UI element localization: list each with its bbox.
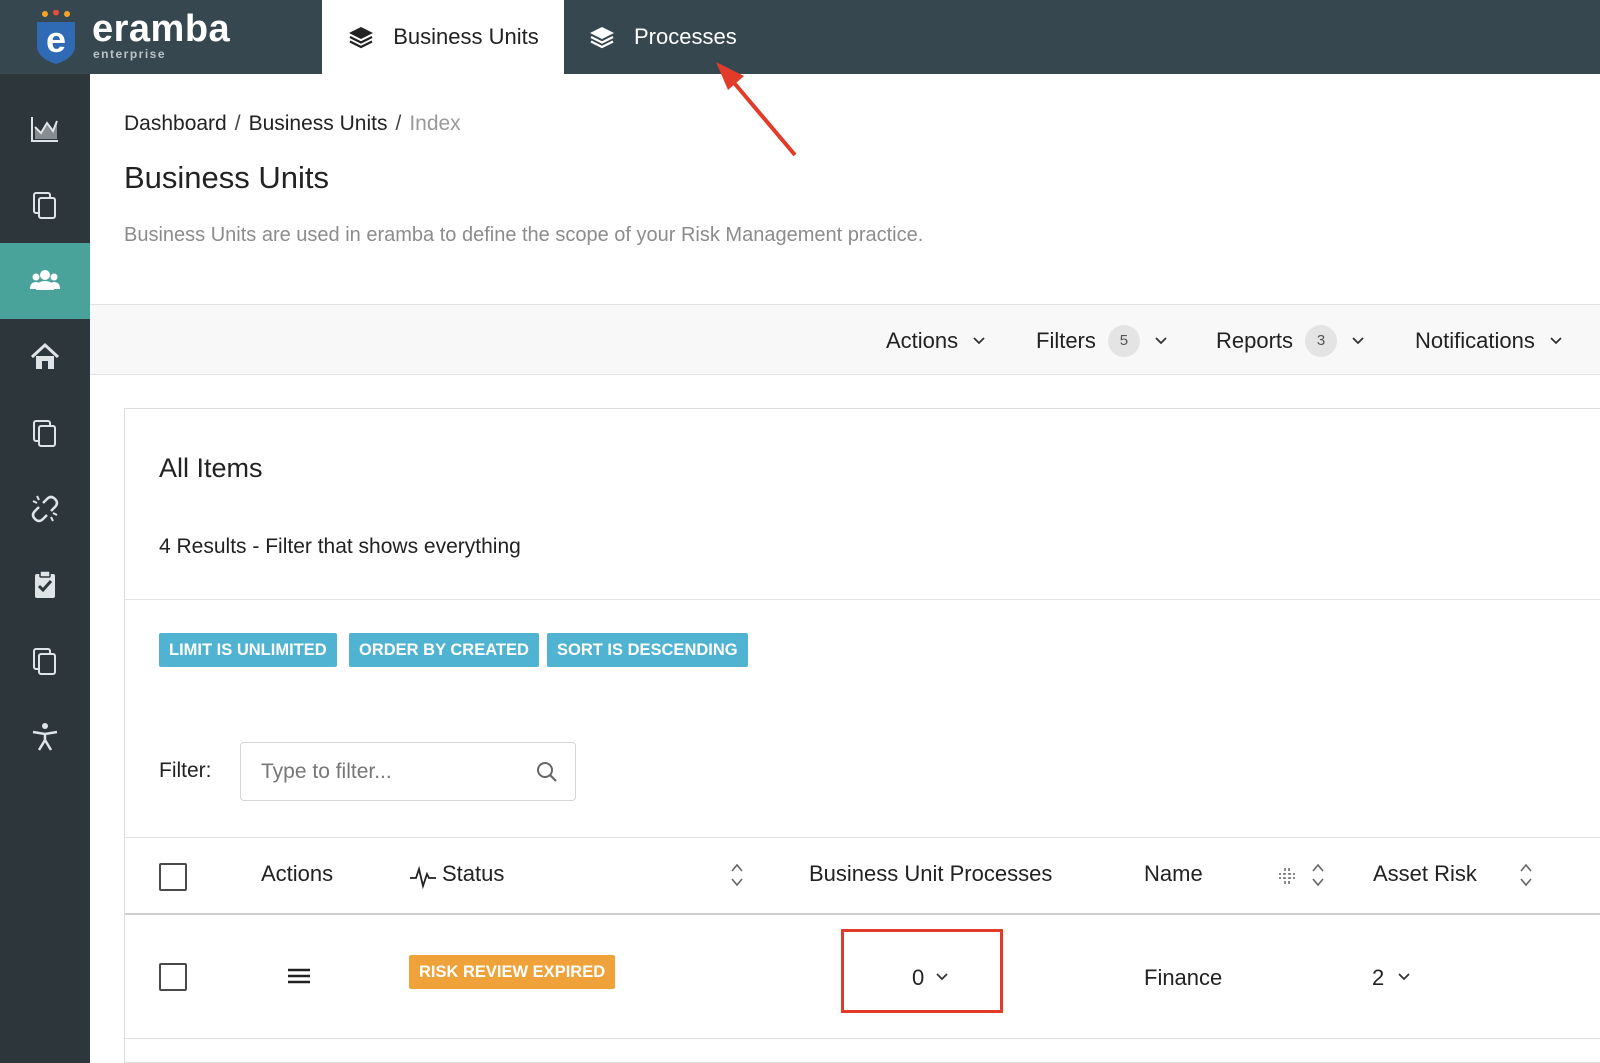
sidebar-item-business-units[interactable] [0,243,90,319]
breadcrumb: Dashboard / Business Units / Index [124,112,461,136]
breadcrumb-business-units[interactable]: Business Units [249,112,388,135]
chart-icon [31,117,58,142]
results-summary: 4 Results - Filter that shows everything [159,535,521,558]
tab-business-units[interactable]: Business Units [322,0,564,74]
sidebar [0,74,90,1063]
name-cell: Finance [1144,965,1223,990]
divider [125,837,1600,838]
chevron-down-icon [1155,336,1167,344]
broken-link-icon [31,495,59,523]
copy-icon [33,192,56,219]
pulse-icon [410,865,436,889]
filter-label: Filter: [159,759,212,782]
layers-icon [590,27,614,49]
actions-label: Actions [886,327,959,353]
breadcrumb-separator: / [234,112,241,135]
sidebar-item-dashboard[interactable] [0,91,90,167]
table-header-divider [125,913,1600,915]
column-header-actions: Actions [261,861,334,886]
tab-label: Business Units [393,24,539,49]
collapse-icon[interactable] [1278,867,1296,885]
reports-count-badge: 3 [1305,324,1338,357]
sidebar-item-accessibility[interactable] [0,699,90,775]
column-header-status[interactable]: Status [442,861,504,887]
home-icon [30,342,60,369]
logo-subtext: enterprise [93,47,167,61]
accessibility-icon [32,723,58,751]
filter-input[interactable] [240,742,576,801]
copy-icon [33,420,56,447]
chevron-down-icon [973,336,985,344]
items-card: All Items 4 Results - Filter that shows … [124,408,1600,1063]
reports-dropdown[interactable]: Reports 3 [1216,305,1365,376]
sort-pill[interactable]: SORT IS DESCENDING [547,633,748,667]
layers-icon [349,27,374,49]
column-header-name[interactable]: Name [1144,861,1203,887]
sidebar-item-copy-2[interactable] [0,623,90,699]
sort-icon[interactable] [1311,862,1325,888]
asset-risk-count[interactable]: 2 [1372,965,1384,991]
sidebar-item-home[interactable] [0,319,90,395]
eramba-logo-icon: e [37,10,75,64]
filters-label: Filters [1036,327,1096,353]
annotation-highlight-box [841,929,1003,1013]
annotation-arrow-icon [716,62,797,157]
svg-text:e: e [46,19,66,60]
search-icon[interactable] [535,760,559,784]
sidebar-item-copy[interactable] [0,395,90,471]
breadcrumb-current: Index [409,112,461,135]
breadcrumb-dashboard[interactable]: Dashboard [124,112,227,135]
logo-text: eramba [92,8,231,50]
index-toolbar: Actions Filters 5 Reports 3 Notification… [90,304,1600,375]
select-all-checkbox[interactable] [159,863,187,891]
users-icon [30,270,60,290]
sort-icon[interactable] [730,862,744,888]
sidebar-item-documents[interactable] [0,167,90,243]
page-title: Business Units [124,160,330,195]
limit-pill[interactable]: LIMIT IS UNLIMITED [159,633,337,667]
sort-icon[interactable] [1519,862,1533,888]
page-description: Business Units are used in eramba to def… [124,224,924,246]
notifications-dropdown[interactable]: Notifications [1415,305,1563,376]
copy-icon [33,648,56,675]
reports-label: Reports [1216,327,1294,353]
clipboard-check-icon [35,570,55,598]
order-pill[interactable]: ORDER BY CREATED [349,633,539,667]
divider [125,599,1600,600]
chevron-down-icon[interactable] [1397,972,1411,982]
column-header-business-unit-processes[interactable]: Business Unit Processes [809,861,1052,887]
menu-icon[interactable] [287,966,311,986]
chevron-down-icon [1550,336,1562,344]
sidebar-item-compliance[interactable] [0,547,90,623]
card-title: All Items [159,453,263,483]
notifications-label: Notifications [1415,327,1535,353]
actions-dropdown[interactable]: Actions [886,305,986,376]
status-badge: RISK REVIEW EXPIRED [409,955,616,989]
divider [125,1038,1600,1039]
chevron-down-icon [1352,336,1364,344]
tab-label: Processes [634,24,737,49]
filters-dropdown[interactable]: Filters 5 [1036,305,1168,376]
logo[interactable]: e eramba enterprise [0,0,322,74]
filters-count-badge: 5 [1107,324,1140,357]
row-checkbox[interactable] [159,963,187,991]
sidebar-item-links[interactable] [0,471,90,547]
breadcrumb-separator: / [395,112,402,135]
column-header-asset-risk[interactable]: Asset Risk [1373,861,1477,887]
